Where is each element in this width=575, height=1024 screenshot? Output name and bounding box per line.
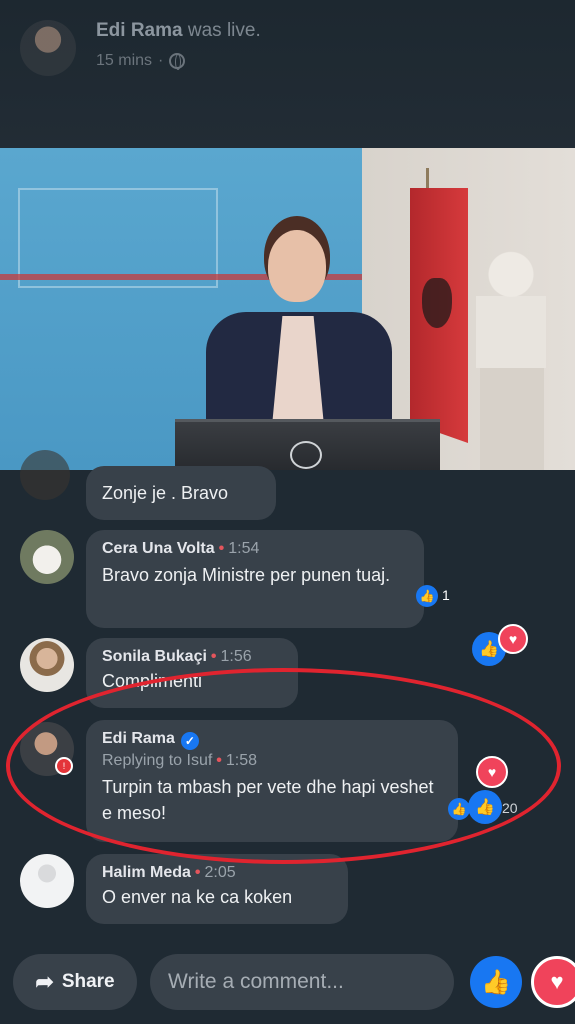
podium-crest (290, 441, 322, 469)
comment-text: O enver na ke ca koken (102, 887, 293, 907)
commenter-name[interactable]: Halim Meda (102, 864, 191, 881)
speaker (206, 230, 392, 442)
comment-bubble[interactable]: Cera Una Volta • 1:54 Bravo zonja Ministre… (86, 530, 424, 628)
heart-icon[interactable]: ♥ (531, 956, 575, 1008)
building-emblem (18, 188, 218, 288)
comment-bubble[interactable]: Halim Meda • 2:05 O enver na ke ca koken (86, 854, 348, 924)
comment-time[interactable]: 1:56 (221, 648, 252, 665)
comment-text: Turpin ta mbash per vete dhe hapi veshet… (102, 777, 434, 823)
albanian-flag (410, 188, 468, 443)
live-badge-icon: ! (55, 757, 73, 775)
commenter-name[interactable]: Edi Rama (102, 730, 175, 747)
comment-bubble[interactable]: Zonje je . Bravo (86, 466, 276, 520)
post-title: Edi Rama was live. (96, 20, 261, 42)
comment-time[interactable]: 2:05 (205, 864, 236, 881)
comment-text: Zonje je . Bravo (102, 483, 229, 503)
statue-pedestal (480, 368, 544, 470)
post-time[interactable]: 15 mins (96, 52, 152, 70)
reply-to-label[interactable]: Replying to Isuf (102, 752, 212, 769)
share-icon: ➦ (35, 969, 54, 994)
share-button[interactable]: ➦ Share (13, 954, 137, 1010)
share-label: Share (61, 971, 115, 992)
commenter-avatar[interactable] (20, 530, 74, 584)
comment-time[interactable]: 1:54 (228, 540, 259, 557)
live-video-player[interactable] (0, 148, 575, 470)
reaction-count[interactable]: 1 (442, 587, 450, 603)
author-avatar[interactable] (20, 20, 76, 76)
thumbs-up-icon[interactable]: 👍 (448, 798, 470, 820)
floating-heart-icon: ♥ (498, 624, 528, 654)
commenter-name[interactable]: Sonila Bukaçi (102, 648, 207, 665)
bottom-bar: ➦ Share 👍 ♥ (0, 950, 575, 1024)
post-header: Edi Rama was live. 15 mins · (0, 0, 575, 148)
verified-badge-icon: ✓ (180, 732, 199, 750)
floating-like-icon: 👍 (468, 790, 502, 824)
author-name[interactable]: Edi Rama (96, 20, 183, 41)
commenter-name[interactable]: Cera Una Volta (102, 540, 215, 557)
globe-icon (169, 53, 186, 70)
comment-input[interactable] (150, 954, 454, 1010)
thumbs-up-icon[interactable]: 👍 (470, 956, 522, 1008)
comment-bubble[interactable]: Edi Rama ✓ Replying to Isuf • 1:58 Turpin t… (86, 720, 458, 842)
thumbs-up-icon[interactable]: 👍 (416, 585, 438, 607)
floating-heart-icon: ♥ (476, 756, 508, 788)
commenter-avatar[interactable] (20, 638, 74, 692)
comment-bubble[interactable]: Sonila Bukaçi • 1:56 Complimenti (86, 638, 298, 708)
post-status: was live. (187, 20, 261, 41)
commenter-avatar[interactable] (20, 854, 74, 908)
comment-text: Complimenti (102, 671, 203, 691)
comment-time[interactable]: 1:58 (226, 752, 257, 769)
comments-list[interactable]: Zonje je . Bravo Cera Una Volta • 1:54 Bra… (0, 450, 575, 950)
commenter-avatar[interactable] (20, 450, 70, 500)
statue-bust (476, 248, 546, 368)
comment-text: Bravo zonja Ministre per punen tuaj. (102, 565, 391, 585)
post-meta: 15 mins · (96, 52, 186, 70)
reaction-count[interactable]: 20 (502, 800, 518, 816)
